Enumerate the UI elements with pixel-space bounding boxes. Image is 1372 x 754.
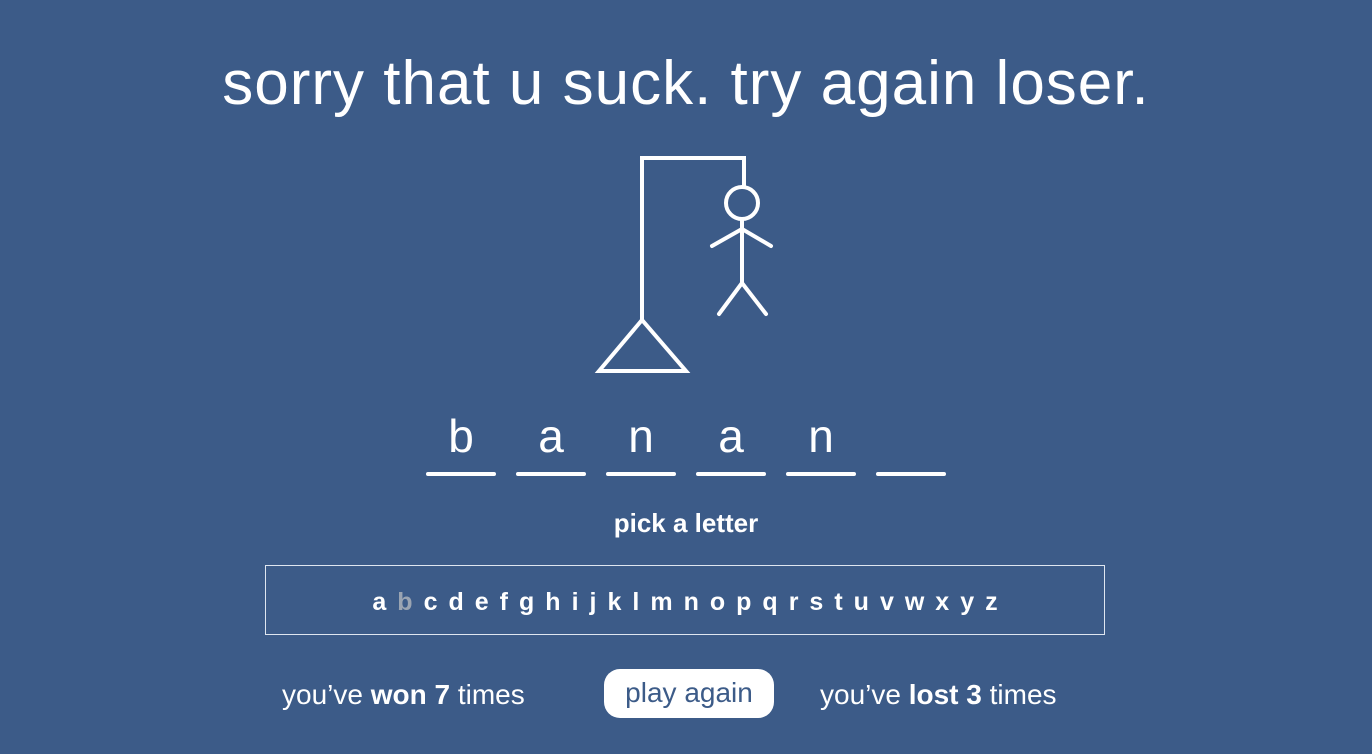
slot-underline	[786, 472, 856, 476]
gallows-structure	[594, 156, 746, 373]
won-value: won 7	[370, 679, 451, 710]
letter-button-b: b	[397, 588, 413, 616]
word-display: banan	[426, 408, 946, 476]
letter-button-v[interactable]: v	[880, 583, 894, 617]
figure-left-arm	[710, 227, 744, 248]
letter-button-m[interactable]: m	[650, 583, 672, 617]
letter-button-o[interactable]: o	[710, 583, 725, 617]
won-suffix: times	[457, 679, 525, 710]
lost-count: you’ve lost 3 times	[820, 678, 1057, 712]
slot-letter: a	[718, 410, 744, 462]
won-prefix: you’ve	[282, 679, 363, 710]
letter-button-p[interactable]: p	[736, 583, 751, 617]
letter-slot: n	[606, 408, 676, 476]
figure-left-leg	[717, 281, 744, 316]
slot-letter: b	[448, 410, 474, 462]
letter-button-s[interactable]: s	[809, 583, 823, 617]
letter-picker: abcdefghijklmnopqrstuvwxyz	[265, 565, 1105, 635]
stick-figure	[710, 185, 773, 316]
figure-head	[724, 185, 760, 221]
slot-underline	[516, 472, 586, 476]
lost-value: lost 3	[908, 679, 982, 710]
slot-underline	[696, 472, 766, 476]
letter-button-i[interactable]: i	[572, 583, 579, 617]
result-message: sorry that u suck. try again loser.	[222, 49, 1150, 118]
letter-button-t[interactable]: t	[834, 583, 842, 617]
letter-button-h[interactable]: h	[545, 583, 560, 617]
letter-button-y[interactable]: y	[960, 583, 974, 617]
letter-button-e[interactable]: e	[475, 583, 489, 617]
play-again-button[interactable]: play again	[604, 669, 774, 718]
letter-button-n[interactable]: n	[684, 583, 699, 617]
letter-button-k[interactable]: k	[607, 583, 621, 617]
pick-letter-prompt: pick a letter	[613, 508, 759, 538]
hangman-drawing	[594, 156, 773, 373]
letter-button-u[interactable]: u	[854, 583, 869, 617]
figure-right-arm	[740, 227, 773, 248]
lost-suffix: times	[989, 679, 1057, 710]
slot-letter: n	[628, 410, 654, 462]
slot-underline	[426, 472, 496, 476]
slot-letter: a	[538, 410, 564, 462]
letter-slot: a	[516, 408, 586, 476]
figure-right-leg	[740, 281, 768, 316]
letter-slot: b	[426, 408, 496, 476]
letter-button-c[interactable]: c	[424, 583, 438, 617]
letter-button-w[interactable]: w	[905, 583, 924, 617]
letter-button-z[interactable]: z	[985, 583, 998, 617]
letter-button-l[interactable]: l	[632, 583, 639, 617]
letter-button-f[interactable]: f	[500, 583, 508, 617]
letter-button-d[interactable]: d	[448, 583, 463, 617]
letter-button-q[interactable]: q	[762, 583, 777, 617]
letter-button-a[interactable]: a	[372, 583, 386, 617]
slot-underline	[606, 472, 676, 476]
slot-letter: n	[808, 410, 834, 462]
gallows-base	[594, 316, 691, 373]
won-count: you’ve won 7 times	[282, 678, 525, 712]
letter-slot: n	[786, 408, 856, 476]
letter-button-r[interactable]: r	[789, 583, 799, 617]
letter-button-j[interactable]: j	[590, 583, 597, 617]
letter-button-x[interactable]: x	[935, 583, 949, 617]
letter-button-g[interactable]: g	[519, 583, 534, 617]
lost-prefix: you’ve	[820, 679, 901, 710]
letter-slot: a	[696, 408, 766, 476]
slot-underline	[876, 472, 946, 476]
letter-slot	[876, 408, 946, 476]
